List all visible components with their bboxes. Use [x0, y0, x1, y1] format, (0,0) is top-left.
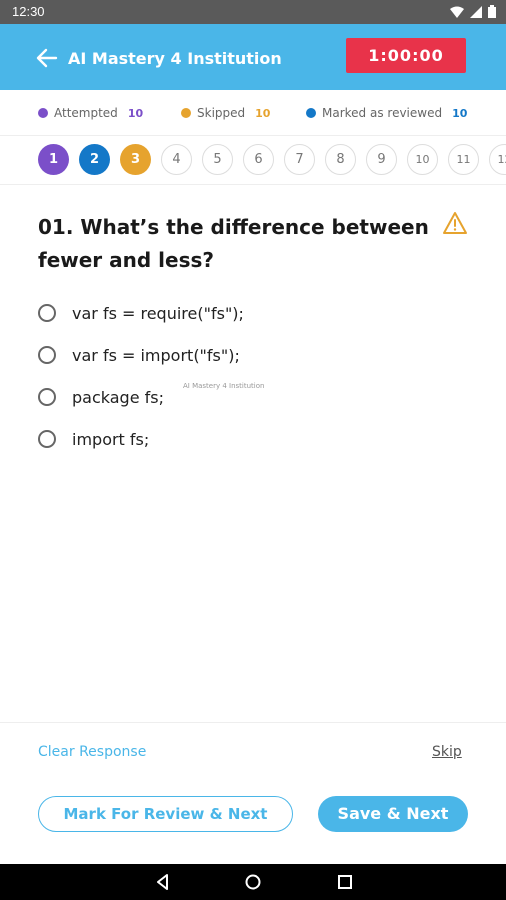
question-bubble-4[interactable]: 4 — [161, 144, 192, 175]
wifi-icon — [450, 6, 464, 18]
back-arrow-icon[interactable] — [34, 46, 60, 70]
radio-button[interactable] — [38, 430, 56, 448]
status-bar: 12:30 — [0, 0, 506, 24]
option-label: import fs; — [72, 429, 150, 449]
app-bar: AI Mastery 4 Institution 1:00:00 — [0, 24, 506, 90]
question-bubble-9[interactable]: 9 — [366, 144, 397, 175]
battery-icon — [488, 5, 496, 18]
answer-option-1[interactable]: var fs = require("fs"); — [38, 298, 244, 328]
watermark: AI Mastery 4 Institution — [183, 382, 265, 390]
status-legend: Attempted 10 Skipped 10 Marked as review… — [0, 90, 506, 136]
question-bubble-11[interactable]: 11 — [448, 144, 479, 175]
radio-button[interactable] — [38, 346, 56, 364]
back-triangle-icon[interactable] — [154, 873, 172, 891]
option-label: var fs = import("fs"); — [72, 345, 240, 365]
legend-skipped: Skipped 10 — [181, 106, 270, 120]
recents-square-icon[interactable] — [336, 873, 354, 891]
home-circle-icon[interactable] — [244, 873, 262, 891]
answer-option-2[interactable]: var fs = import("fs"); — [38, 340, 240, 370]
legend-label: Skipped — [197, 106, 246, 120]
radio-button[interactable] — [38, 304, 56, 322]
question-text: 01. What’s the difference between fewer … — [38, 215, 429, 272]
question-navigator: 1 2 3 4 5 6 7 8 9 10 11 12 — [0, 137, 506, 185]
legend-label: Attempted — [54, 106, 118, 120]
legend-count: 10 — [255, 106, 271, 120]
question-bubble-8[interactable]: 8 — [325, 144, 356, 175]
clear-response-link[interactable]: Clear Response — [38, 744, 146, 760]
legend-reviewed: Marked as reviewed 10 — [306, 106, 467, 120]
system-nav-bar — [0, 864, 506, 900]
answer-option-4[interactable]: import fs; — [38, 424, 149, 454]
option-label: package fs; — [72, 387, 164, 407]
save-next-button[interactable]: Save & Next — [318, 796, 468, 832]
legend-label: Marked as reviewed — [322, 106, 443, 120]
mark-review-next-button[interactable]: Mark For Review & Next — [38, 796, 293, 832]
question-bubble-1[interactable]: 1 — [38, 144, 69, 175]
status-icons — [450, 5, 496, 18]
question-bubble-6[interactable]: 6 — [243, 144, 274, 175]
divider — [0, 722, 506, 723]
question-bubble-10[interactable]: 10 — [407, 144, 438, 175]
skip-link[interactable]: Skip — [432, 744, 462, 760]
attempted-dot-icon — [38, 108, 48, 118]
question-bubble-5[interactable]: 5 — [202, 144, 233, 175]
signal-icon — [470, 5, 482, 18]
question-bubble-12[interactable]: 12 — [489, 144, 506, 175]
skipped-dot-icon — [181, 108, 191, 118]
page-title: AI Mastery 4 Institution — [68, 49, 282, 68]
warning-icon[interactable] — [442, 211, 468, 235]
question-bubble-2[interactable]: 2 — [79, 144, 110, 175]
question-bubble-7[interactable]: 7 — [284, 144, 315, 175]
legend-attempted: Attempted 10 — [38, 106, 143, 120]
radio-button[interactable] — [38, 388, 56, 406]
answer-option-3[interactable]: package fs; — [38, 382, 164, 412]
legend-count: 10 — [452, 106, 468, 120]
reviewed-dot-icon — [306, 108, 316, 118]
countdown-timer: 1:00:00 — [346, 38, 466, 73]
status-time: 12:30 — [12, 4, 45, 19]
legend-count: 10 — [127, 106, 144, 120]
question-bubble-3[interactable]: 3 — [120, 144, 151, 175]
option-label: var fs = require("fs"); — [72, 303, 244, 323]
